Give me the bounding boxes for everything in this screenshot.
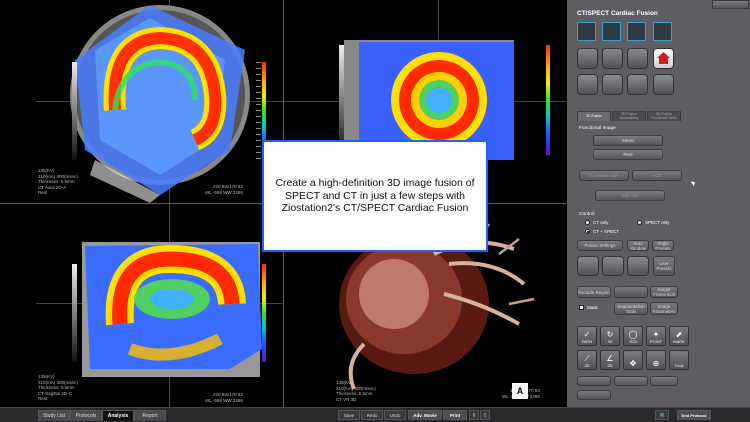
point-tool-button[interactable]: ✦ POINT bbox=[646, 326, 666, 346]
angle-2d-button[interactable]: ∠ 2D bbox=[600, 350, 620, 370]
zoom-tool-button[interactable]: ⊕ bbox=[646, 350, 666, 370]
ace-button[interactable]: ACE bbox=[632, 170, 682, 181]
fusion-settings-button[interactable]: Fusion Settings bbox=[577, 240, 623, 251]
promo-caption-text: Create a high-definition 3D image fusion… bbox=[275, 177, 475, 215]
reset-icon[interactable] bbox=[627, 74, 648, 95]
roi-tool-button[interactable]: ◯ ROI bbox=[623, 326, 643, 346]
window-controls[interactable] bbox=[712, 0, 749, 9]
measure-2d-button[interactable]: ⟋ 2D bbox=[577, 350, 597, 370]
path-icon: ✓ bbox=[583, 330, 591, 339]
promo-caption-box: Create a high-definition 3D image fusion… bbox=[262, 140, 488, 252]
mark-tool-button[interactable]: ⬈ MARK bbox=[669, 326, 689, 346]
viewport-info-bl-right: 220 93x170 53 WL -598 WW 2286 bbox=[205, 392, 243, 403]
pan-tool-button[interactable]: ✥ bbox=[623, 350, 643, 370]
angle-presets-button[interactable]: Angle Presets bbox=[652, 240, 674, 251]
ct-spect-label: CT + SPECT bbox=[593, 229, 620, 234]
preset-1-icon[interactable] bbox=[577, 256, 599, 276]
extra-button-4[interactable] bbox=[577, 390, 611, 400]
layout-1x1-icon[interactable] bbox=[577, 22, 596, 41]
rest-button[interactable]: Rest bbox=[593, 149, 663, 160]
control-panel: CT/SPECT Cardiac Fusion 3D Fusion 3D Fus… bbox=[567, 0, 750, 407]
functional-image-label: Functional Image bbox=[579, 126, 616, 131]
viewport-info-tl-right: 220 93x170 53 WL -598 WW 2286 bbox=[205, 184, 243, 195]
view-icon[interactable] bbox=[627, 48, 648, 69]
point-icon: ✦ bbox=[652, 330, 660, 339]
control-label: Control bbox=[579, 212, 595, 217]
extra-button-1[interactable] bbox=[577, 376, 611, 386]
ct-only-label: CT only bbox=[593, 220, 609, 225]
3d-tool-button[interactable]: ↻ 3D bbox=[600, 326, 620, 346]
extra-button-2[interactable] bbox=[614, 376, 648, 386]
single-frame-edit-button[interactable]: Single Frame Edit bbox=[650, 286, 678, 298]
viewport-axial[interactable]: 135(KV) 310(mA) 400(msec) Thickness: 0.5… bbox=[0, 0, 283, 203]
trash-icon[interactable]: ▯ bbox=[480, 410, 490, 420]
user-presets-button[interactable]: User Presets bbox=[653, 256, 675, 276]
panel-title: CT/SPECT Cardiac Fusion bbox=[577, 10, 658, 17]
ct-only-radio[interactable] bbox=[585, 220, 590, 225]
preset-2-icon[interactable] bbox=[602, 256, 624, 276]
viewport-info-bl: 135(KV) 310(mA) 400(msec) Thickness: 0.5… bbox=[38, 374, 78, 401]
extra-button-3[interactable] bbox=[650, 376, 678, 386]
tab-analysis[interactable]: Analysis bbox=[102, 410, 134, 421]
path-tool-button[interactable]: ✓ PATH bbox=[577, 326, 597, 346]
tab-3d-fusion[interactable]: 3D Fusion bbox=[577, 111, 611, 121]
redo-button[interactable]: Redo bbox=[361, 410, 383, 420]
viewport-info-br: 135(KV) 310(mA) 400(msec) Thickness: 0.5… bbox=[336, 380, 376, 402]
color-scale-bar-tr bbox=[546, 45, 550, 155]
mask-checkbox[interactable] bbox=[579, 305, 584, 310]
roi-icon: ◯ bbox=[628, 330, 638, 339]
image-parameters-button[interactable]: Image Parameters bbox=[650, 302, 678, 315]
exclude-option-button[interactable] bbox=[614, 286, 648, 298]
print-button[interactable]: Print bbox=[443, 410, 467, 420]
tab-report[interactable]: Report bbox=[134, 410, 166, 421]
settings-icon[interactable] bbox=[577, 74, 598, 95]
tab-3d-fusion-functional-table[interactable]: 3D Fusion Functional Table bbox=[647, 111, 681, 121]
viewport-info-tl: 135(KV) 310(mA) 400(msec) Thickness: 0.5… bbox=[38, 168, 78, 195]
bottom-toolbar: Study List Protocols Analysis Report Sav… bbox=[0, 407, 750, 422]
3d-icon: ↻ bbox=[606, 330, 614, 339]
ruler-icon: ⟋ bbox=[584, 354, 590, 363]
mark-icon: ⬈ bbox=[675, 330, 683, 339]
exclude-region-button[interactable]: Exclude Region bbox=[577, 286, 611, 298]
layout-mpr-icon[interactable] bbox=[653, 22, 672, 41]
layout-2x2-icon[interactable] bbox=[627, 22, 646, 41]
tab-protocols[interactable]: Protocols bbox=[70, 410, 102, 421]
correlate-mpr-button[interactable]: Correlate Mpr bbox=[579, 170, 629, 181]
tab-study-list[interactable]: Study List bbox=[38, 410, 70, 421]
color-scale-bar-bl bbox=[262, 264, 266, 362]
angle-icon: ∠ bbox=[606, 354, 614, 363]
layout-toggle-icon[interactable]: ▦ bbox=[655, 410, 669, 420]
grayscale-bar-tr bbox=[339, 45, 344, 155]
grayscale-bar bbox=[72, 62, 77, 160]
tab-3d-fusion-accessibility[interactable]: 3D Fusion Accessibility bbox=[612, 111, 646, 121]
tools-menu-button[interactable]: Tools bbox=[669, 350, 689, 370]
bulb-icon[interactable] bbox=[602, 48, 623, 69]
home-icon[interactable] bbox=[653, 48, 674, 69]
pan-icon: ✥ bbox=[629, 359, 637, 368]
viewport-sagittal[interactable]: 135(KV) 310(mA) 400(msec) Thickness: 0.5… bbox=[0, 204, 283, 407]
undo-button[interactable]: Undo bbox=[384, 410, 406, 420]
auto-window-button[interactable]: Auto Window bbox=[627, 240, 649, 251]
display-icon[interactable] bbox=[602, 74, 623, 95]
preset-3-icon[interactable] bbox=[627, 256, 649, 276]
edit-axis-button[interactable]: Edit Axis bbox=[595, 190, 665, 201]
save-button[interactable]: Save bbox=[338, 410, 360, 420]
ct-spect-radio[interactable] bbox=[585, 229, 590, 234]
mask-label: Mask bbox=[587, 305, 598, 310]
end-protocol-button[interactable]: End Protocol bbox=[677, 410, 711, 420]
viewport-corner-label: A bbox=[512, 383, 528, 399]
help-icon[interactable] bbox=[653, 74, 674, 95]
stress-button[interactable]: Stress bbox=[593, 135, 663, 146]
spect-only-label: SPECT only bbox=[645, 220, 670, 225]
link-icon[interactable] bbox=[577, 48, 598, 69]
layout-2x1-icon[interactable] bbox=[602, 22, 621, 41]
spect-only-radio[interactable] bbox=[637, 220, 642, 225]
adv-movie-button[interactable]: Adv. Movie bbox=[408, 410, 442, 420]
segmentation-tools-button[interactable]: Segmentation Tools bbox=[614, 302, 648, 315]
grayscale-bar-bl bbox=[72, 264, 77, 362]
zoom-icon: ⊕ bbox=[652, 359, 660, 368]
export-icon[interactable]: ▮ bbox=[469, 410, 479, 420]
scale-ticks bbox=[256, 62, 261, 160]
